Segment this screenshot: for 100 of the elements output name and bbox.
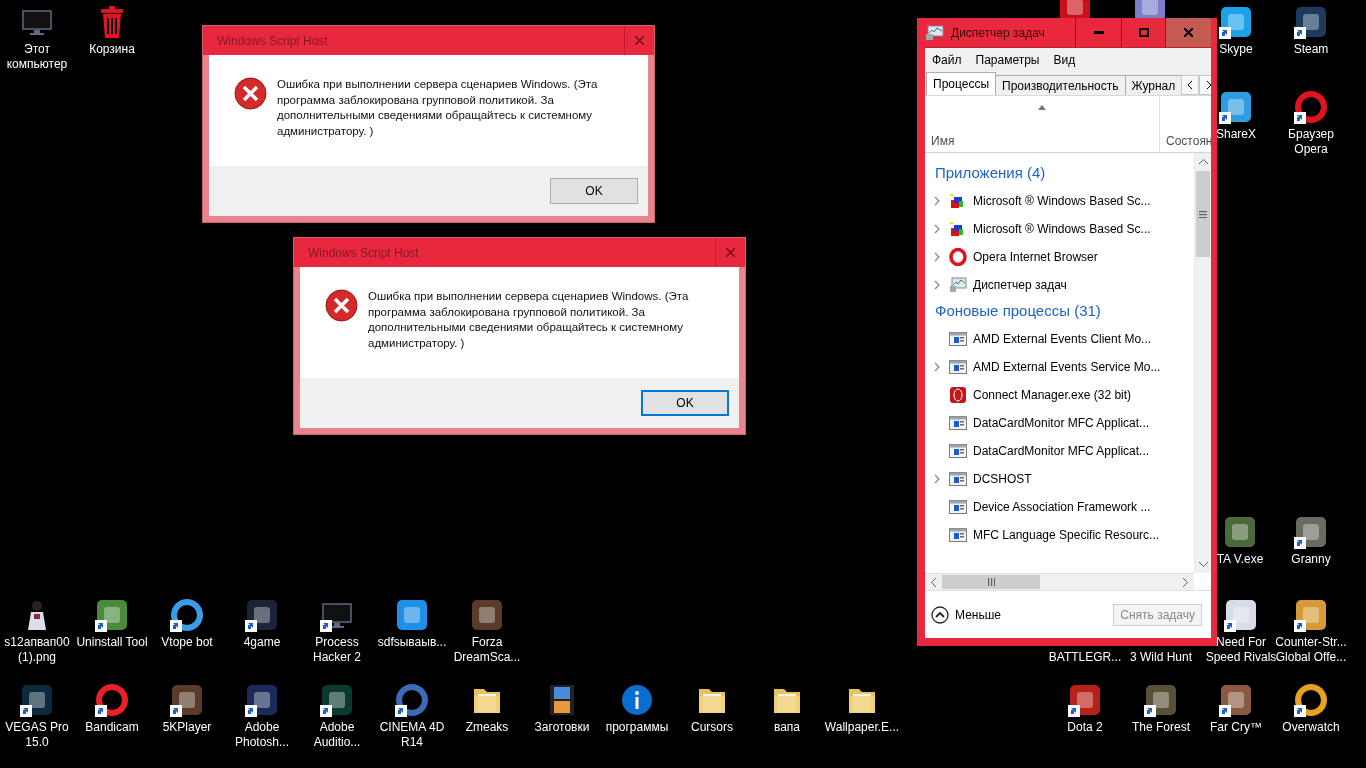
close-icon [1184,28,1193,37]
icon-label[interactable]: TA V.exe [1216,552,1264,567]
window-title: Windows Script Host [217,33,328,48]
chevron-right-icon[interactable] [934,280,940,290]
icon-label[interactable]: CINEMA 4D R14 [374,720,450,750]
tab[interactable]: Процессы [926,72,996,95]
window-icon [949,444,967,458]
group-heading: Приложения (4) [934,163,1047,183]
error-icon [325,289,358,322]
minimize-icon [1093,31,1104,34]
error-message: Ошибка при выполнении сервера сценариев Windows. (Эта программа заблокирована групповой политикой. За дополнительными сведениями обращайтесь к системному администратору. ) [277,77,599,139]
icon-label[interactable]: 5KPlayer [162,720,212,735]
icon-label[interactable]: Корзина [89,42,135,57]
error-icon [234,77,267,110]
icon-label[interactable]: Adobe Photosh... [224,720,300,750]
process-name[interactable]: Opera Internet Browser [973,250,1098,264]
icon-label[interactable]: Steam [1293,42,1329,57]
collapse-up-icon[interactable] [931,605,949,624]
error-message: Ошибка при выполнении сервера сценариев Windows. (Эта программа заблокирована групповой политикой. За дополнительными сведениями обращайтесь к системному администратору. ) [368,289,690,351]
maximize-icon [1138,28,1149,37]
icon-label[interactable]: Uninstall Tool [76,635,148,650]
icon-label[interactable]: Заготовки [534,720,590,735]
chevron-right-icon [1205,81,1211,89]
window-icon [949,332,967,346]
process-name[interactable]: DataCardMonitor MFC Applicat... [973,444,1150,458]
icon-label[interactable]: Этот компьютер [0,42,75,72]
icon-label[interactable]: Granny [1291,552,1331,567]
chevron-left-icon [1187,81,1193,89]
process-name[interactable]: Connect Manager.exe (32 bit) [973,388,1132,402]
sort-arrow-icon[interactable] [1038,105,1046,110]
icon-label[interactable]: Vtope bot [161,635,213,650]
window-icon [949,528,967,542]
menu-item[interactable]: Файл [932,53,962,67]
icon-label[interactable]: Dota 2 [1067,720,1103,735]
chevron-right-icon[interactable] [1183,578,1188,587]
icon-label[interactable]: Overwatch [1282,720,1340,735]
chevron-right-icon[interactable] [934,474,940,484]
app-tile-icon [949,386,967,404]
window-icon [949,416,967,430]
close-button[interactable] [1165,18,1211,47]
ok-button[interactable]: OK [550,178,638,204]
chevron-left-icon[interactable] [931,578,936,587]
grip-icon[interactable] [987,578,995,586]
icon-label[interactable]: VEGAS Pro 15.0 [0,720,75,750]
process-name[interactable]: MFC Language Specific Resourc... [973,528,1160,542]
process-name[interactable]: DCSHOST [973,472,1032,486]
fewer-details-link[interactable]: Меньше [955,607,1001,622]
process-name[interactable]: AMD External Events Service Mo... [973,360,1161,374]
process-name[interactable]: Microsoft ® Windows Based Sc... [973,194,1151,208]
process-name[interactable]: Диспетчер задач [973,278,1067,292]
icon-label[interactable]: Far Cry™ [1210,720,1262,735]
icon-label[interactable]: 3 Wild Hunt [1130,650,1192,665]
menu-item[interactable]: Вид [1053,53,1076,67]
icon-label[interactable]: 4game [243,635,281,650]
monitor-chart-icon [925,24,945,41]
horizontal-scrollbar[interactable] [925,573,1194,590]
chevron-right-icon[interactable] [934,224,940,234]
chevron-up-icon[interactable] [1198,159,1208,164]
icon-label[interactable]: The Forest [1132,720,1190,735]
group-heading: Фоновые процессы (31) [934,301,1102,321]
icon-label[interactable]: s12апвап00 (1).png [0,635,75,665]
icon-label[interactable]: Process Hacker 2 [299,635,375,665]
icon-label[interactable]: Forza DreamSca... [449,635,525,665]
column-header[interactable]: Состоян [1160,134,1211,148]
opera-icon [949,248,967,266]
process-name[interactable]: DataCardMonitor MFC Applicat... [973,416,1150,430]
close-icon [726,248,735,257]
process-name[interactable]: Microsoft ® Windows Based Sc... [973,222,1151,236]
icon-label[interactable]: Cursors [691,720,733,735]
column-header[interactable]: Имя [925,134,955,148]
window-icon [949,360,967,374]
grip-icon[interactable] [1199,210,1207,218]
icon-label[interactable]: ShareX [1216,127,1256,142]
icon-label[interactable]: Wallpaper.E... [824,720,900,735]
chevron-right-icon[interactable] [934,362,940,372]
icon-label[interactable]: Браузер Opera [1273,127,1349,157]
chevron-right-icon[interactable] [934,252,940,262]
window-icon [949,500,967,514]
icon-label[interactable]: Bandicam [85,720,139,735]
window-icon [949,472,967,486]
process-name[interactable]: AMD External Events Client Mo... [973,332,1152,346]
chevron-right-icon[interactable] [934,196,940,206]
tab[interactable]: Производительность [995,75,1126,95]
chevron-down-icon[interactable] [1198,562,1208,567]
window-title: Windows Script Host [308,245,419,260]
vertical-scrollbar[interactable] [1194,153,1211,573]
icon-label[interactable]: BATTLEGR... [1048,650,1122,665]
ok-button[interactable]: OK [641,390,729,416]
process-name[interactable]: Device Association Framework ... [973,500,1151,514]
icon-label[interactable]: вапа [773,720,801,735]
tab[interactable]: Журнал [1124,75,1183,95]
icon-label[interactable]: sdfsываыв... [377,635,447,650]
icon-label[interactable]: Adobe Auditio... [299,720,375,750]
window-title: Диспетчер задач [951,25,1046,40]
close-icon [635,36,644,45]
menu-item[interactable]: Параметры [975,53,1040,67]
icon-label[interactable]: программы [605,720,669,735]
icon-label[interactable]: Skype [1219,42,1253,57]
icon-label[interactable]: Zmeaks [465,720,509,735]
monitor-chart-icon [949,277,967,293]
